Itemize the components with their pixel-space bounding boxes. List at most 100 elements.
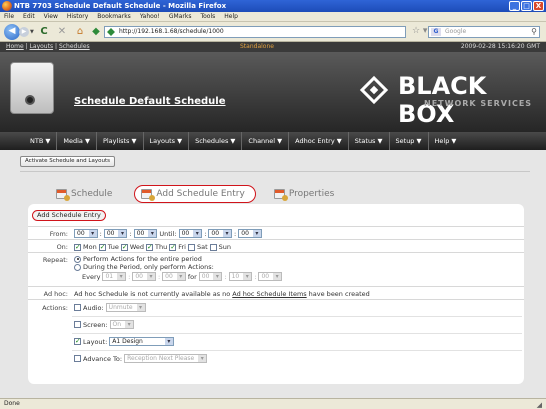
breadcrumb-schedules[interactable]: Schedules [59,43,90,50]
adhoc-text-before: Ad hoc Schedule is not currently availab… [74,290,231,298]
screen-action: Screen: On [74,320,135,329]
screen-select[interactable]: On [109,320,135,329]
every-hour-select[interactable]: 01 [102,272,127,281]
for-second-select[interactable]: 00 [258,272,283,281]
checkbox-fri[interactable] [169,243,177,251]
day-wed: Wed [129,243,144,251]
until-second-select[interactable]: 00 [238,229,262,238]
checkbox-thu[interactable] [146,243,153,251]
minimize-button[interactable]: _ [509,1,520,11]
history-dropdown-icon[interactable]: ▼ [30,29,34,35]
for-hour-select[interactable]: 00 [198,272,223,281]
until-minute-select[interactable]: 00 [208,229,233,238]
menu-tools[interactable]: Tools [200,12,215,21]
menu-gmarks[interactable]: GMarks [169,12,192,21]
search-input[interactable]: G Google ⚲ [428,26,540,38]
page-title[interactable]: Schedule Default Schedule [74,96,226,107]
every-minute-select[interactable]: 00 [132,272,156,281]
datetime-label: 2009-02-28 15:16:20 GMT [460,43,540,50]
breadcrumb: Home | Layouts | Schedules [6,42,90,52]
site-diamond-icon: ◆ [92,26,100,37]
search-icon[interactable]: ⚲ [531,27,537,37]
from-minute-select[interactable]: 00 [103,229,128,238]
breadcrumb-layouts[interactable]: Layouts [30,43,54,50]
advance-action: Advance To: Reception Next Please [74,354,208,363]
activate-schedule-button[interactable]: Activate Schedule and Layouts [20,156,115,167]
tab-schedule[interactable]: Schedule [50,184,122,204]
day-fri: Fri [178,243,186,251]
from-second-select[interactable]: 00 [133,229,158,238]
menu-help[interactable]: Help [224,12,238,21]
forward-arrow-icon[interactable]: ▶ [19,27,29,37]
nav-help[interactable]: Help ▼ [429,132,463,150]
url-text: http://192.168.1.68/schedule/1000 [119,28,224,35]
checkbox-layout[interactable] [74,337,81,345]
checkbox-sat[interactable] [187,243,195,251]
checkbox-wed[interactable] [120,243,128,251]
menu-file[interactable]: File [4,12,14,21]
radio-entire-period[interactable] [74,255,81,263]
menu-bookmarks[interactable]: Bookmarks [97,12,131,21]
menu-yahoo[interactable]: Yahoo! [140,12,160,21]
for-minute-select[interactable]: 10 [228,272,253,281]
nav-ntb[interactable]: NTB ▼ [24,132,58,150]
nav-schedules[interactable]: Schedules ▼ [189,132,243,150]
repeat-option-2-label: During the Period, only perform Actions: [83,263,214,271]
for-label: for [187,272,197,281]
back-arrow-icon[interactable]: ◀ [4,24,20,40]
checkbox-advance[interactable] [74,355,81,362]
every-second-select[interactable]: 00 [162,272,186,281]
nav-media[interactable]: Media ▼ [57,132,97,150]
advance-select[interactable]: Reception Next Please [124,354,208,363]
checkbox-mon[interactable] [74,243,81,251]
colon: : [234,229,237,238]
checkbox-screen[interactable] [74,321,81,328]
nav-status[interactable]: Status ▼ [349,132,390,150]
main-nav: NTB ▼ Media ▼ Playlists ▼ Layouts ▼ Sche… [0,132,546,150]
divider [20,171,530,172]
menu-view[interactable]: View [44,12,58,21]
audio-select[interactable]: Unmute [105,303,146,312]
repeat-option-2: During the Period, only perform Actions: [74,263,214,271]
adhoc-text-after: have been created [308,290,370,298]
breadcrumb-home[interactable]: Home [6,43,24,50]
until-hour-select[interactable]: 00 [178,229,203,238]
checkbox-audio[interactable] [74,304,81,311]
nav-adhoc-entry[interactable]: Adhoc Entry ▼ [289,132,349,150]
menu-edit[interactable]: Edit [23,12,35,21]
menu-history[interactable]: History [67,12,88,21]
layout-select[interactable]: A1 Design [109,337,174,346]
on-label: On: [56,243,68,251]
colon: : [157,272,161,281]
colon: : [254,272,257,281]
home-icon[interactable]: ⌂ [74,26,86,38]
nav-playlists[interactable]: Playlists ▼ [97,132,144,150]
reload-icon[interactable]: C [38,26,50,38]
from-hour-select[interactable]: 00 [74,229,98,238]
nav-setup[interactable]: Setup ▼ [390,132,429,150]
radio-during-period[interactable] [74,263,81,271]
logo-subtext: NETWORK SERVICES [424,99,533,108]
navigation-toolbar: ◀ ▶ ▼ C ✕ ⌂ ◆ http://192.168.1.68/schedu… [0,22,546,42]
checkbox-sun[interactable] [209,243,217,251]
adhoc-label: Ad hoc: [43,290,68,298]
checkbox-tue[interactable] [98,243,106,251]
url-bar[interactable]: http://192.168.1.68/schedule/1000 [104,26,406,38]
nav-channel[interactable]: Channel ▼ [242,132,290,150]
on-row: On: Mon Tue Wed Thu Fri Sat Sun [28,239,524,252]
tab-schedule-label: Schedule [71,189,113,199]
tab-add-schedule-entry-label: Add Schedule Entry [156,189,245,199]
resize-grip-icon[interactable]: ◢ [537,400,542,409]
repeat-option-1-label: Perform Actions for the entire period [83,255,202,263]
tab-add-schedule-entry[interactable]: Add Schedule Entry [134,185,256,203]
colon: : [128,272,131,281]
tab-properties[interactable]: Properties [268,184,344,204]
nav-layouts[interactable]: Layouts ▼ [144,132,190,150]
close-button[interactable]: X [533,1,544,11]
stop-icon[interactable]: ✕ [56,26,68,38]
adhoc-items-link[interactable]: Ad hoc Schedule Items [232,290,306,298]
day-sat: Sat [196,243,208,251]
bookmark-star-icon[interactable]: ☆ ▾ [412,26,427,36]
audio-label: Audio: [83,303,104,312]
maximize-button[interactable]: □ [521,1,532,11]
